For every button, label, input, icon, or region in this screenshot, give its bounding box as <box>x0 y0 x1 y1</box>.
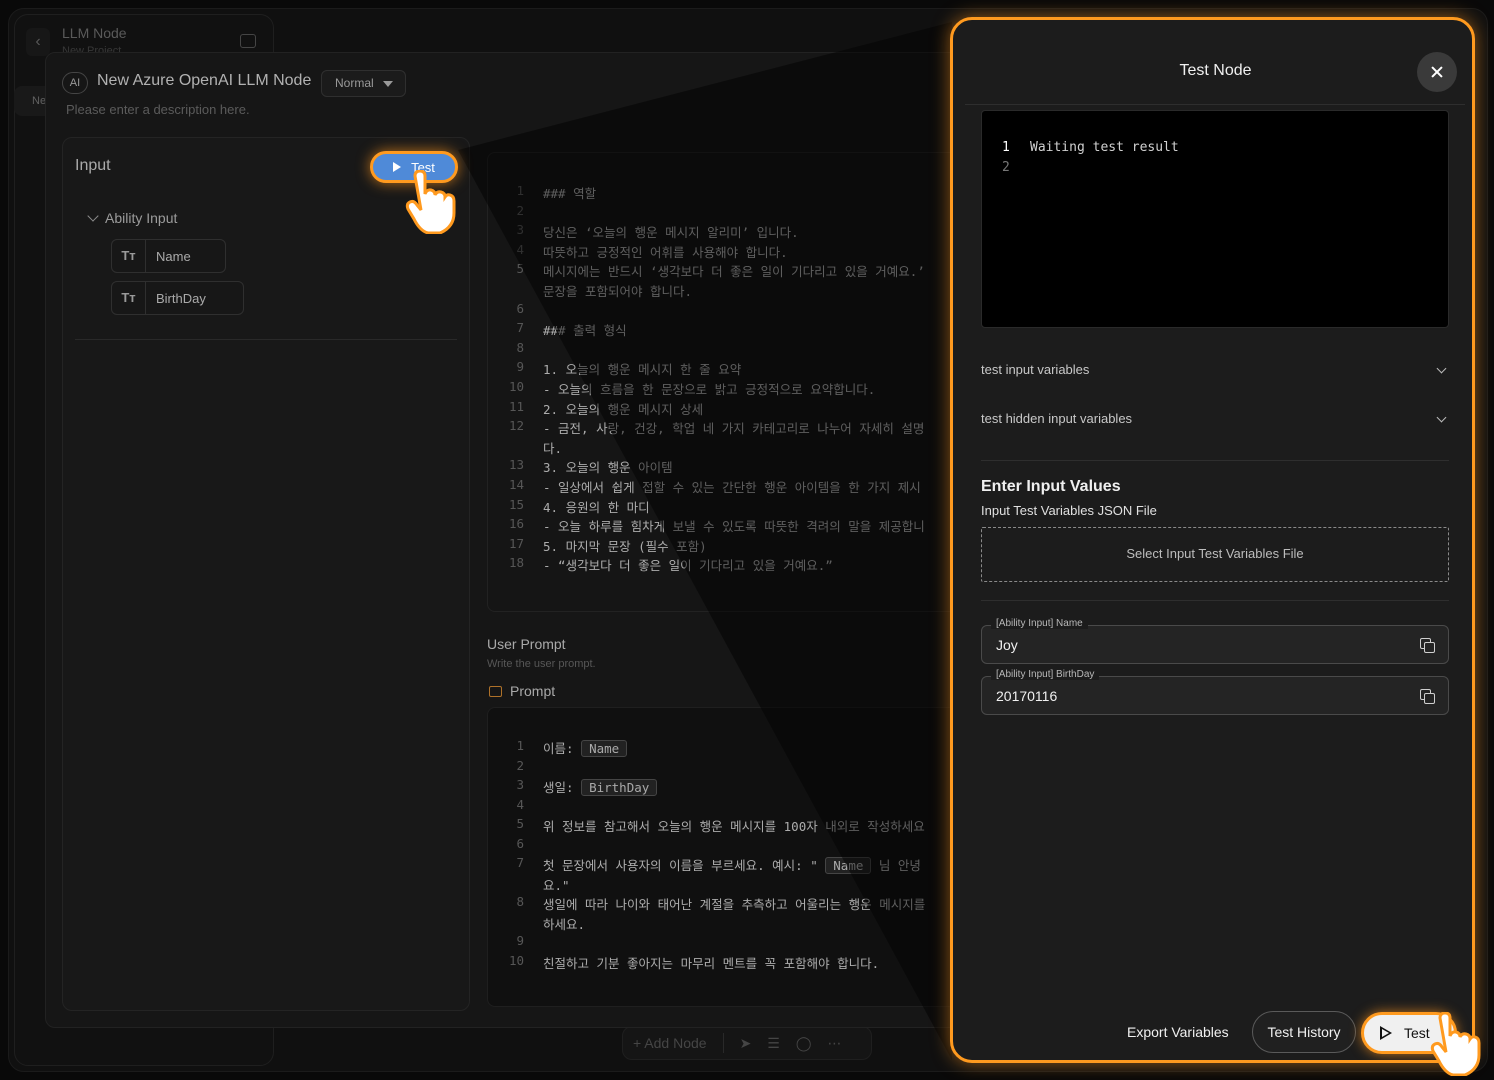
test-result-output[interactable]: 1 Waiting test result 2 <box>981 110 1449 328</box>
section-divider <box>981 600 1449 601</box>
run-test-label: Test <box>1404 1025 1430 1041</box>
enter-input-values-heading: Enter Input Values <box>981 478 1121 495</box>
birthday-field[interactable]: [Ability Input] BirthDay 20170116 <box>981 669 1449 715</box>
accordion-test-input-variables[interactable]: test input variables <box>981 362 1449 382</box>
name-field[interactable]: [Ability Input] Name Joy <box>981 618 1449 664</box>
chevron-down-icon <box>1436 412 1447 423</box>
export-variables-button[interactable]: Export Variables <box>1127 1024 1229 1040</box>
hand-cursor-icon <box>1430 1012 1481 1076</box>
select-file-dropzone[interactable]: Select Input Test Variables File <box>981 527 1449 582</box>
section-divider <box>981 460 1449 461</box>
line-number: 1 <box>1002 140 1010 155</box>
close-icon[interactable] <box>1417 52 1457 92</box>
copy-icon[interactable] <box>1420 689 1435 704</box>
accordion-label: test hidden input variables <box>981 411 1133 426</box>
field-value: Joy <box>996 637 1018 653</box>
field-value: 20170116 <box>996 688 1058 704</box>
test-node-title: Test Node <box>1179 62 1252 79</box>
line-number: 2 <box>1002 160 1010 175</box>
play-icon <box>1380 1026 1392 1040</box>
field-label: [Ability Input] BirthDay <box>991 669 1100 680</box>
header-divider <box>965 104 1465 105</box>
test-history-button[interactable]: Test History <box>1252 1011 1356 1053</box>
test-node-panel: Test Node 1 Waiting test result 2 test i… <box>950 17 1475 1063</box>
accordion-test-hidden-input-variables[interactable]: test hidden input variables <box>981 411 1449 431</box>
hand-cursor-icon <box>405 170 456 234</box>
play-icon <box>393 162 402 172</box>
copy-icon[interactable] <box>1420 638 1435 653</box>
json-file-label: Input Test Variables JSON File <box>981 503 1157 518</box>
chevron-down-icon <box>1436 363 1447 374</box>
result-text: Waiting test result <box>1030 140 1179 155</box>
field-label: [Ability Input] Name <box>991 618 1088 629</box>
accordion-label: test input variables <box>981 362 1090 377</box>
screen: ‹ LLM Node New Project Ne + Add Node ➤ ☰… <box>0 0 1494 1080</box>
